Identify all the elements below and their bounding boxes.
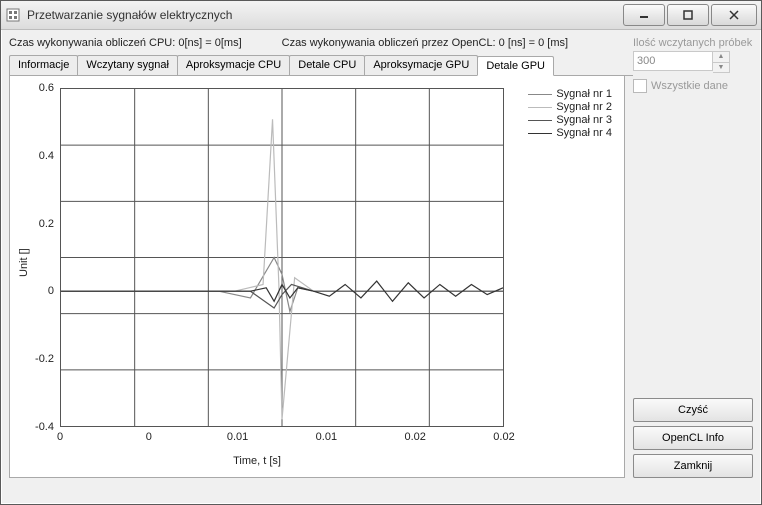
cpu-time-label: Czas wykonywania obliczeń CPU: 0[ns] = 0… xyxy=(9,37,242,49)
maximize-button[interactable] xyxy=(667,4,709,26)
client-area: Czas wykonywania obliczeń CPU: 0[ns] = 0… xyxy=(1,29,761,504)
legend-label: Sygnał nr 4 xyxy=(556,127,612,139)
legend-swatch xyxy=(528,120,552,121)
legend-item: Sygnał nr 4 xyxy=(528,127,612,139)
y-tick: -0.2 xyxy=(35,353,54,365)
samples-label: Ilość wczytanych próbek xyxy=(633,37,753,49)
all-data-checkbox[interactable] xyxy=(633,79,647,93)
opencl-info-button[interactable]: OpenCL Info xyxy=(633,426,753,450)
x-axis-label: Time, t [s] xyxy=(10,455,504,467)
legend-swatch xyxy=(528,94,552,95)
close-window-button[interactable] xyxy=(711,4,757,26)
legend-label: Sygnał nr 1 xyxy=(556,88,612,100)
samples-spinner[interactable]: ▲ ▼ xyxy=(713,51,730,73)
y-tick: 0.2 xyxy=(39,218,54,230)
chevron-down-icon[interactable]: ▼ xyxy=(713,63,729,73)
chart-panel: Unit [] -0.4-0.200.20.40.6 000.010.010.0… xyxy=(9,76,625,478)
tab-strip: Informacje Wczytany sygnał Aproksymacje … xyxy=(9,55,633,76)
tab-aproksymacje-gpu[interactable]: Aproksymacje GPU xyxy=(364,55,478,75)
legend-item: Sygnał nr 1 xyxy=(528,88,612,100)
samples-input[interactable] xyxy=(633,51,713,71)
legend-label: Sygnał nr 3 xyxy=(556,114,612,126)
opencl-time-label: Czas wykonywania obliczeń przez OpenCL: … xyxy=(282,37,568,49)
legend: Sygnał nr 1Sygnał nr 2Sygnał nr 3Sygnał … xyxy=(528,88,612,140)
app-window: Przetwarzanie sygnałów elektrycznych Cza… xyxy=(0,0,762,505)
close-button[interactable]: Zamknij xyxy=(633,454,753,478)
legend-item: Sygnał nr 2 xyxy=(528,101,612,113)
tab-detale-gpu[interactable]: Detale GPU xyxy=(477,56,554,76)
legend-item: Sygnał nr 3 xyxy=(528,114,612,126)
y-tick: 0.4 xyxy=(39,150,54,162)
x-tick: 0.02 xyxy=(404,431,425,443)
tab-wczytany-sygnal[interactable]: Wczytany sygnał xyxy=(77,55,178,75)
window-title: Przetwarzanie sygnałów elektrycznych xyxy=(27,8,623,22)
x-tick: 0.01 xyxy=(316,431,337,443)
titlebar[interactable]: Przetwarzanie sygnałów elektrycznych xyxy=(1,1,761,30)
plot-area xyxy=(60,88,504,427)
minimize-button[interactable] xyxy=(623,4,665,26)
legend-swatch xyxy=(528,107,552,108)
clear-button[interactable]: Czyść xyxy=(633,398,753,422)
tab-aproksymacje-cpu[interactable]: Aproksymacje CPU xyxy=(177,55,290,75)
app-icon xyxy=(5,7,21,23)
chevron-up-icon[interactable]: ▲ xyxy=(713,52,729,63)
legend-swatch xyxy=(528,133,552,134)
x-tick: 0 xyxy=(57,431,63,443)
tab-informacje[interactable]: Informacje xyxy=(9,55,78,75)
tab-detale-cpu[interactable]: Detale CPU xyxy=(289,55,365,75)
y-tick: 0.6 xyxy=(39,82,54,94)
legend-label: Sygnał nr 2 xyxy=(556,101,612,113)
x-tick: 0.01 xyxy=(227,431,248,443)
y-tick: -0.4 xyxy=(35,421,54,433)
all-data-label: Wszystkie dane xyxy=(651,80,728,92)
y-tick: 0 xyxy=(48,285,54,297)
x-tick: 0 xyxy=(146,431,152,443)
x-tick: 0.02 xyxy=(493,431,514,443)
